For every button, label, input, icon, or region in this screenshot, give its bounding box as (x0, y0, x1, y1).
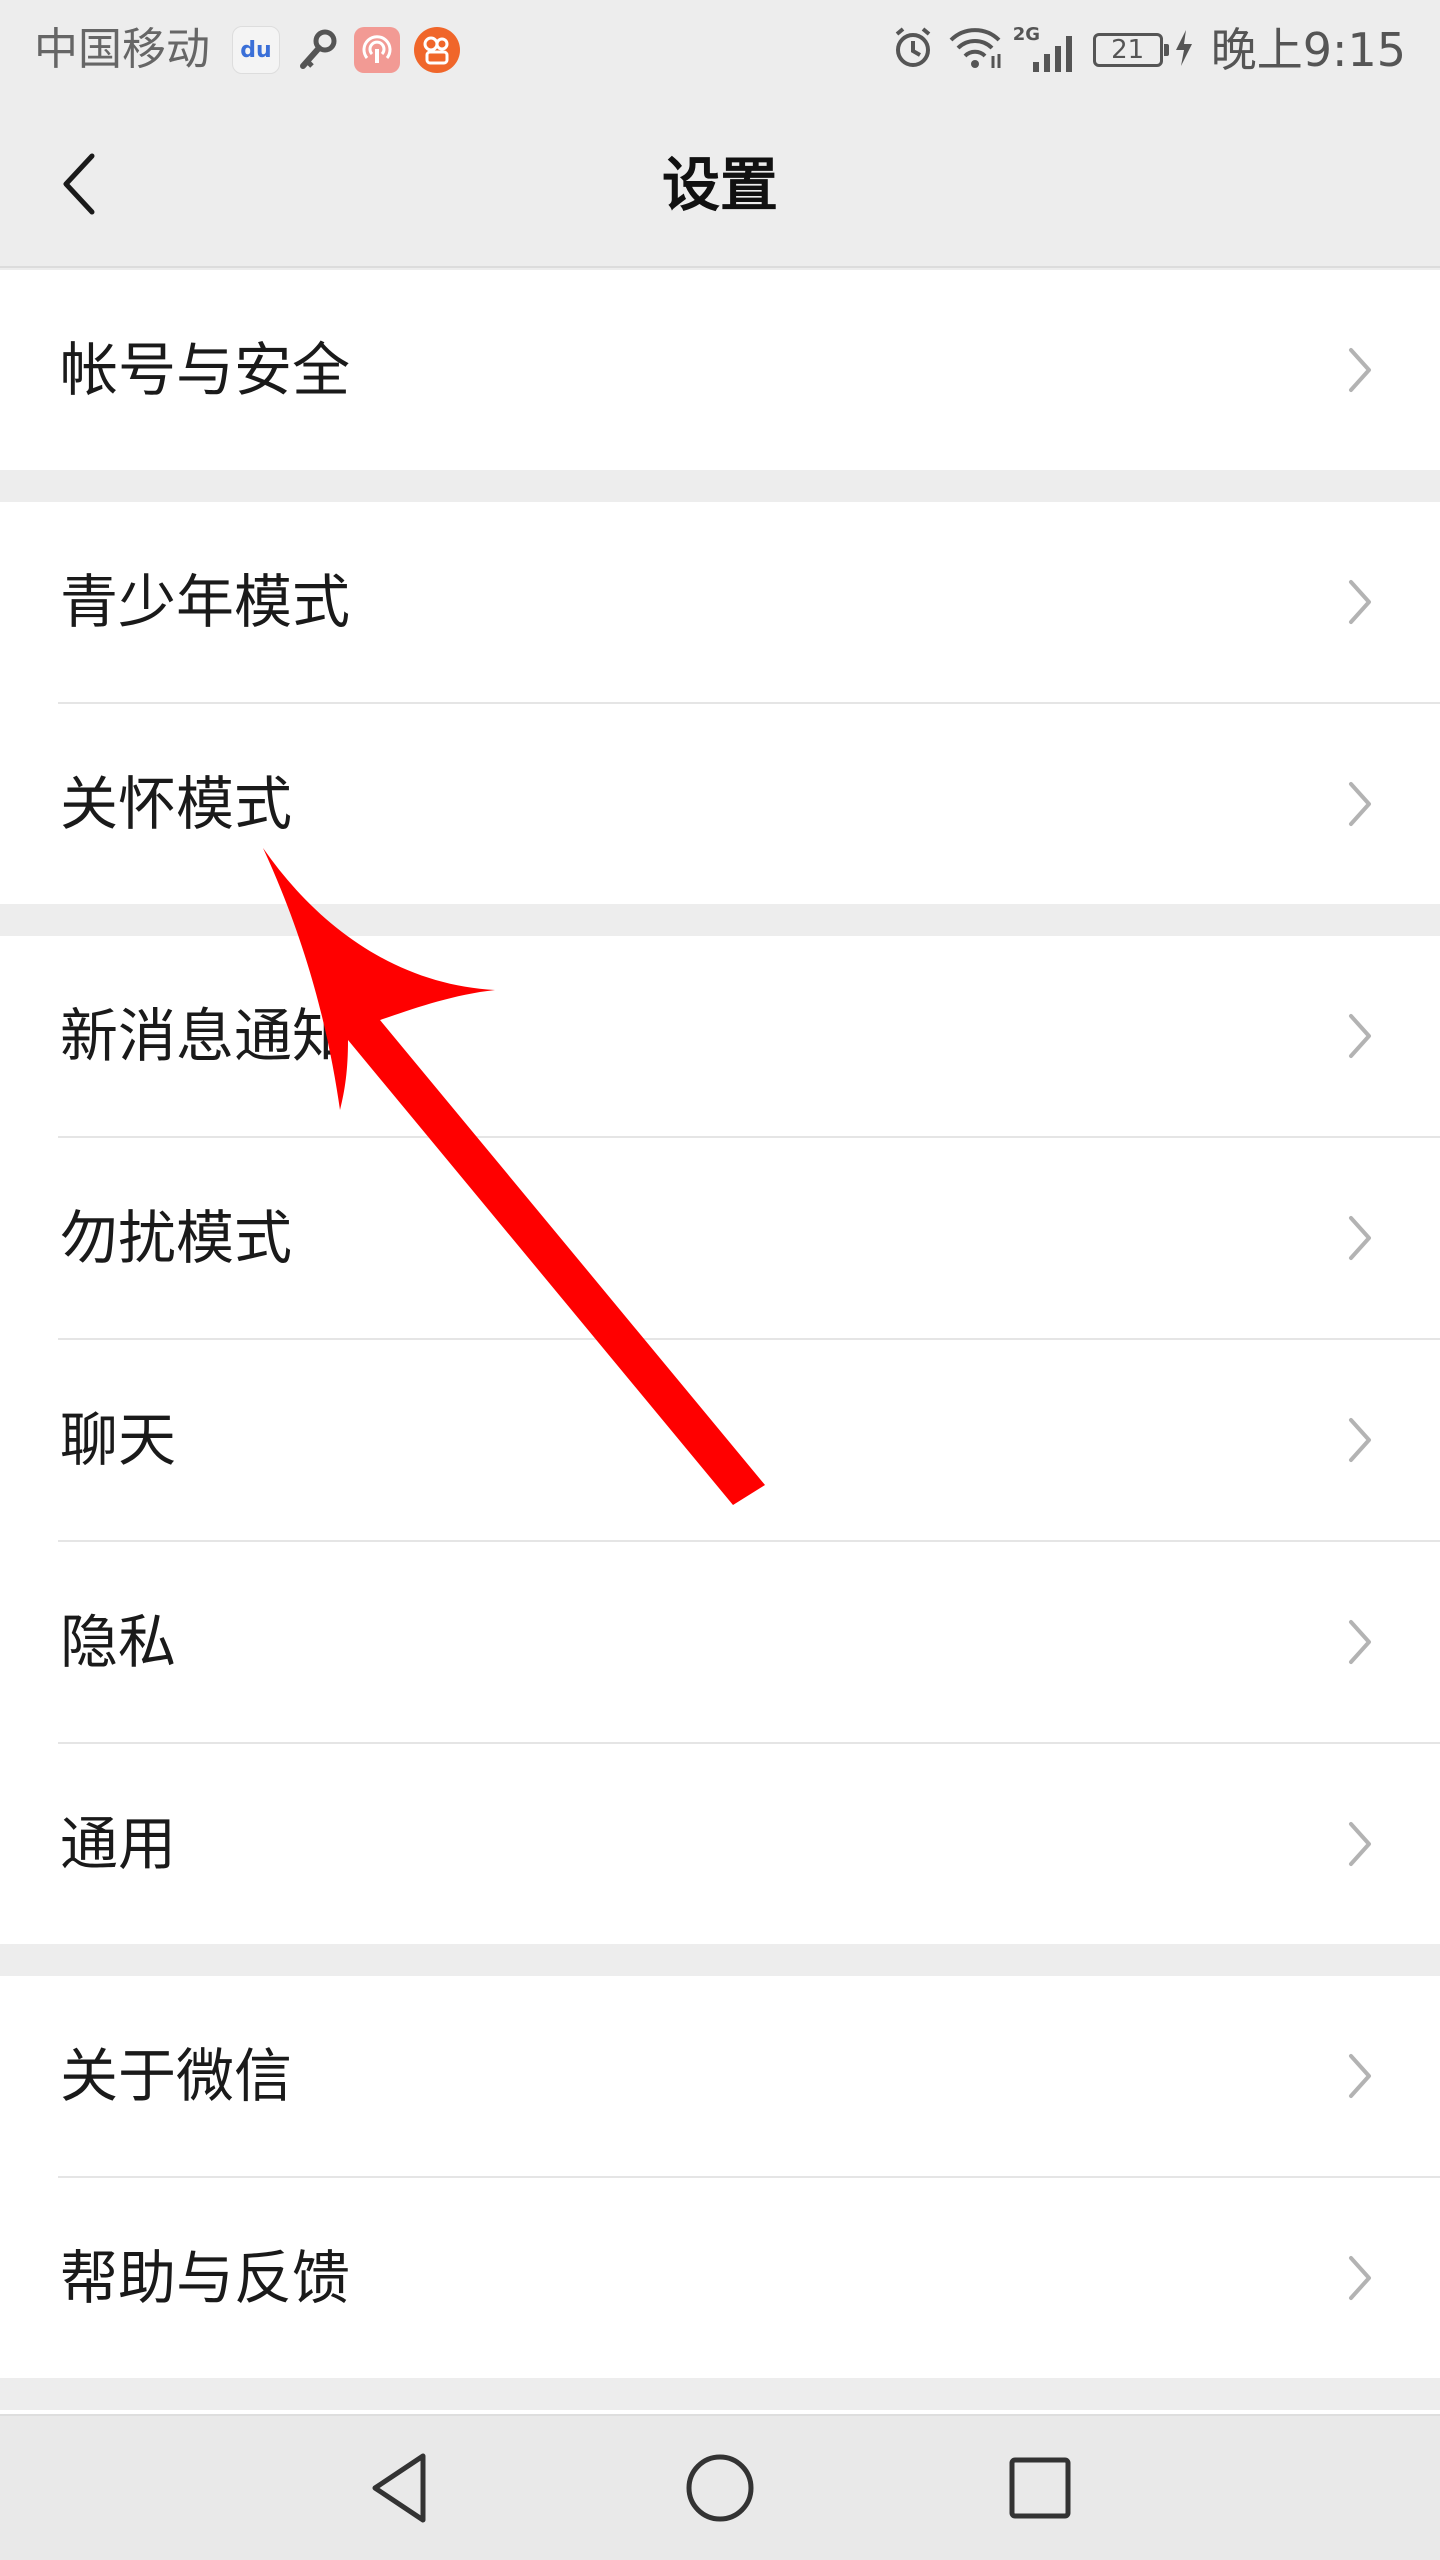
battery-icon: 21 (1092, 33, 1169, 67)
chevron-right-icon (1330, 1814, 1390, 1874)
settings-item-label: 帮助与反馈 (60, 2244, 351, 2312)
settings-group-modes: 青少年模式 关怀模式 (0, 502, 1440, 904)
recents-square-icon (1009, 2457, 1071, 2519)
settings-group-account: 帐号与安全 (0, 270, 1440, 470)
settings-item-label: 勿扰模式 (60, 1204, 293, 1272)
system-home-button[interactable] (670, 2438, 770, 2538)
settings-item-new-message-notifications[interactable]: 新消息通知 (0, 936, 1440, 1136)
chevron-right-icon (1330, 774, 1390, 834)
chevron-right-icon (1330, 1208, 1390, 1268)
alarm-icon (889, 24, 937, 76)
settings-item-help-feedback[interactable]: 帮助与反馈 (0, 2178, 1440, 2378)
status-indicators: 2G 21 晚上9:15 (889, 20, 1406, 80)
chevron-right-icon (1330, 1410, 1390, 1470)
key-icon (294, 27, 340, 73)
settings-group-general: 新消息通知 勿扰模式 聊天 隐私 通用 (0, 936, 1440, 1944)
system-navigation-bar (0, 2414, 1440, 2560)
system-back-button[interactable] (350, 2438, 450, 2538)
settings-group-about: 关于微信 帮助与反馈 (0, 1976, 1440, 2378)
settings-item-label: 新消息通知 (60, 1002, 351, 1070)
chevron-right-icon (1330, 340, 1390, 400)
wifi-icon (947, 24, 1003, 76)
status-bar: 中国移动 du 2G 21 晚上9:15 (0, 0, 1440, 100)
settings-item-care-mode[interactable]: 关怀模式 (0, 704, 1440, 904)
battery-level: 21 (1111, 35, 1145, 65)
settings-item-general[interactable]: 通用 (0, 1744, 1440, 1944)
notification-icons: du (232, 24, 460, 76)
podcast-icon (354, 27, 400, 73)
chevron-right-icon (1330, 2248, 1390, 2308)
clock-time: 晚上9:15 (1210, 23, 1406, 77)
baidu-icon-glyph: du (240, 37, 272, 63)
settings-item-privacy[interactable]: 隐私 (0, 1542, 1440, 1742)
settings-item-chat[interactable]: 聊天 (0, 1340, 1440, 1540)
settings-item-do-not-disturb[interactable]: 勿扰模式 (0, 1138, 1440, 1338)
charging-icon (1173, 28, 1195, 72)
chevron-right-icon (1330, 572, 1390, 632)
home-circle-icon (686, 2454, 754, 2522)
chevron-right-icon (1330, 2046, 1390, 2106)
chevron-right-icon (1330, 1006, 1390, 1066)
settings-item-label: 通用 (60, 1810, 177, 1878)
settings-item-account-security[interactable]: 帐号与安全 (0, 270, 1440, 470)
settings-item-label: 青少年模式 (60, 568, 351, 636)
settings-item-label: 聊天 (60, 1406, 177, 1474)
cellular-signal-icon: 2G (1013, 24, 1083, 74)
carrier-name: 中国移动 (34, 24, 210, 75)
settings-item-label: 关怀模式 (60, 770, 293, 838)
settings-item-teen-mode[interactable]: 青少年模式 (0, 502, 1440, 702)
kuaishou-icon (414, 27, 460, 73)
system-recents-button[interactable] (990, 2438, 1090, 2538)
settings-item-label: 关于微信 (60, 2042, 293, 2110)
navigation-bar: 设置 (0, 100, 1440, 268)
chevron-right-icon (1330, 1612, 1390, 1672)
baidu-icon: du (232, 26, 280, 74)
settings-item-label: 帐号与安全 (60, 336, 351, 404)
settings-item-label: 隐私 (60, 1608, 177, 1676)
back-triangle-icon (372, 2453, 426, 2523)
page-title: 设置 (661, 151, 778, 219)
settings-item-about-wechat[interactable]: 关于微信 (0, 1976, 1440, 2176)
